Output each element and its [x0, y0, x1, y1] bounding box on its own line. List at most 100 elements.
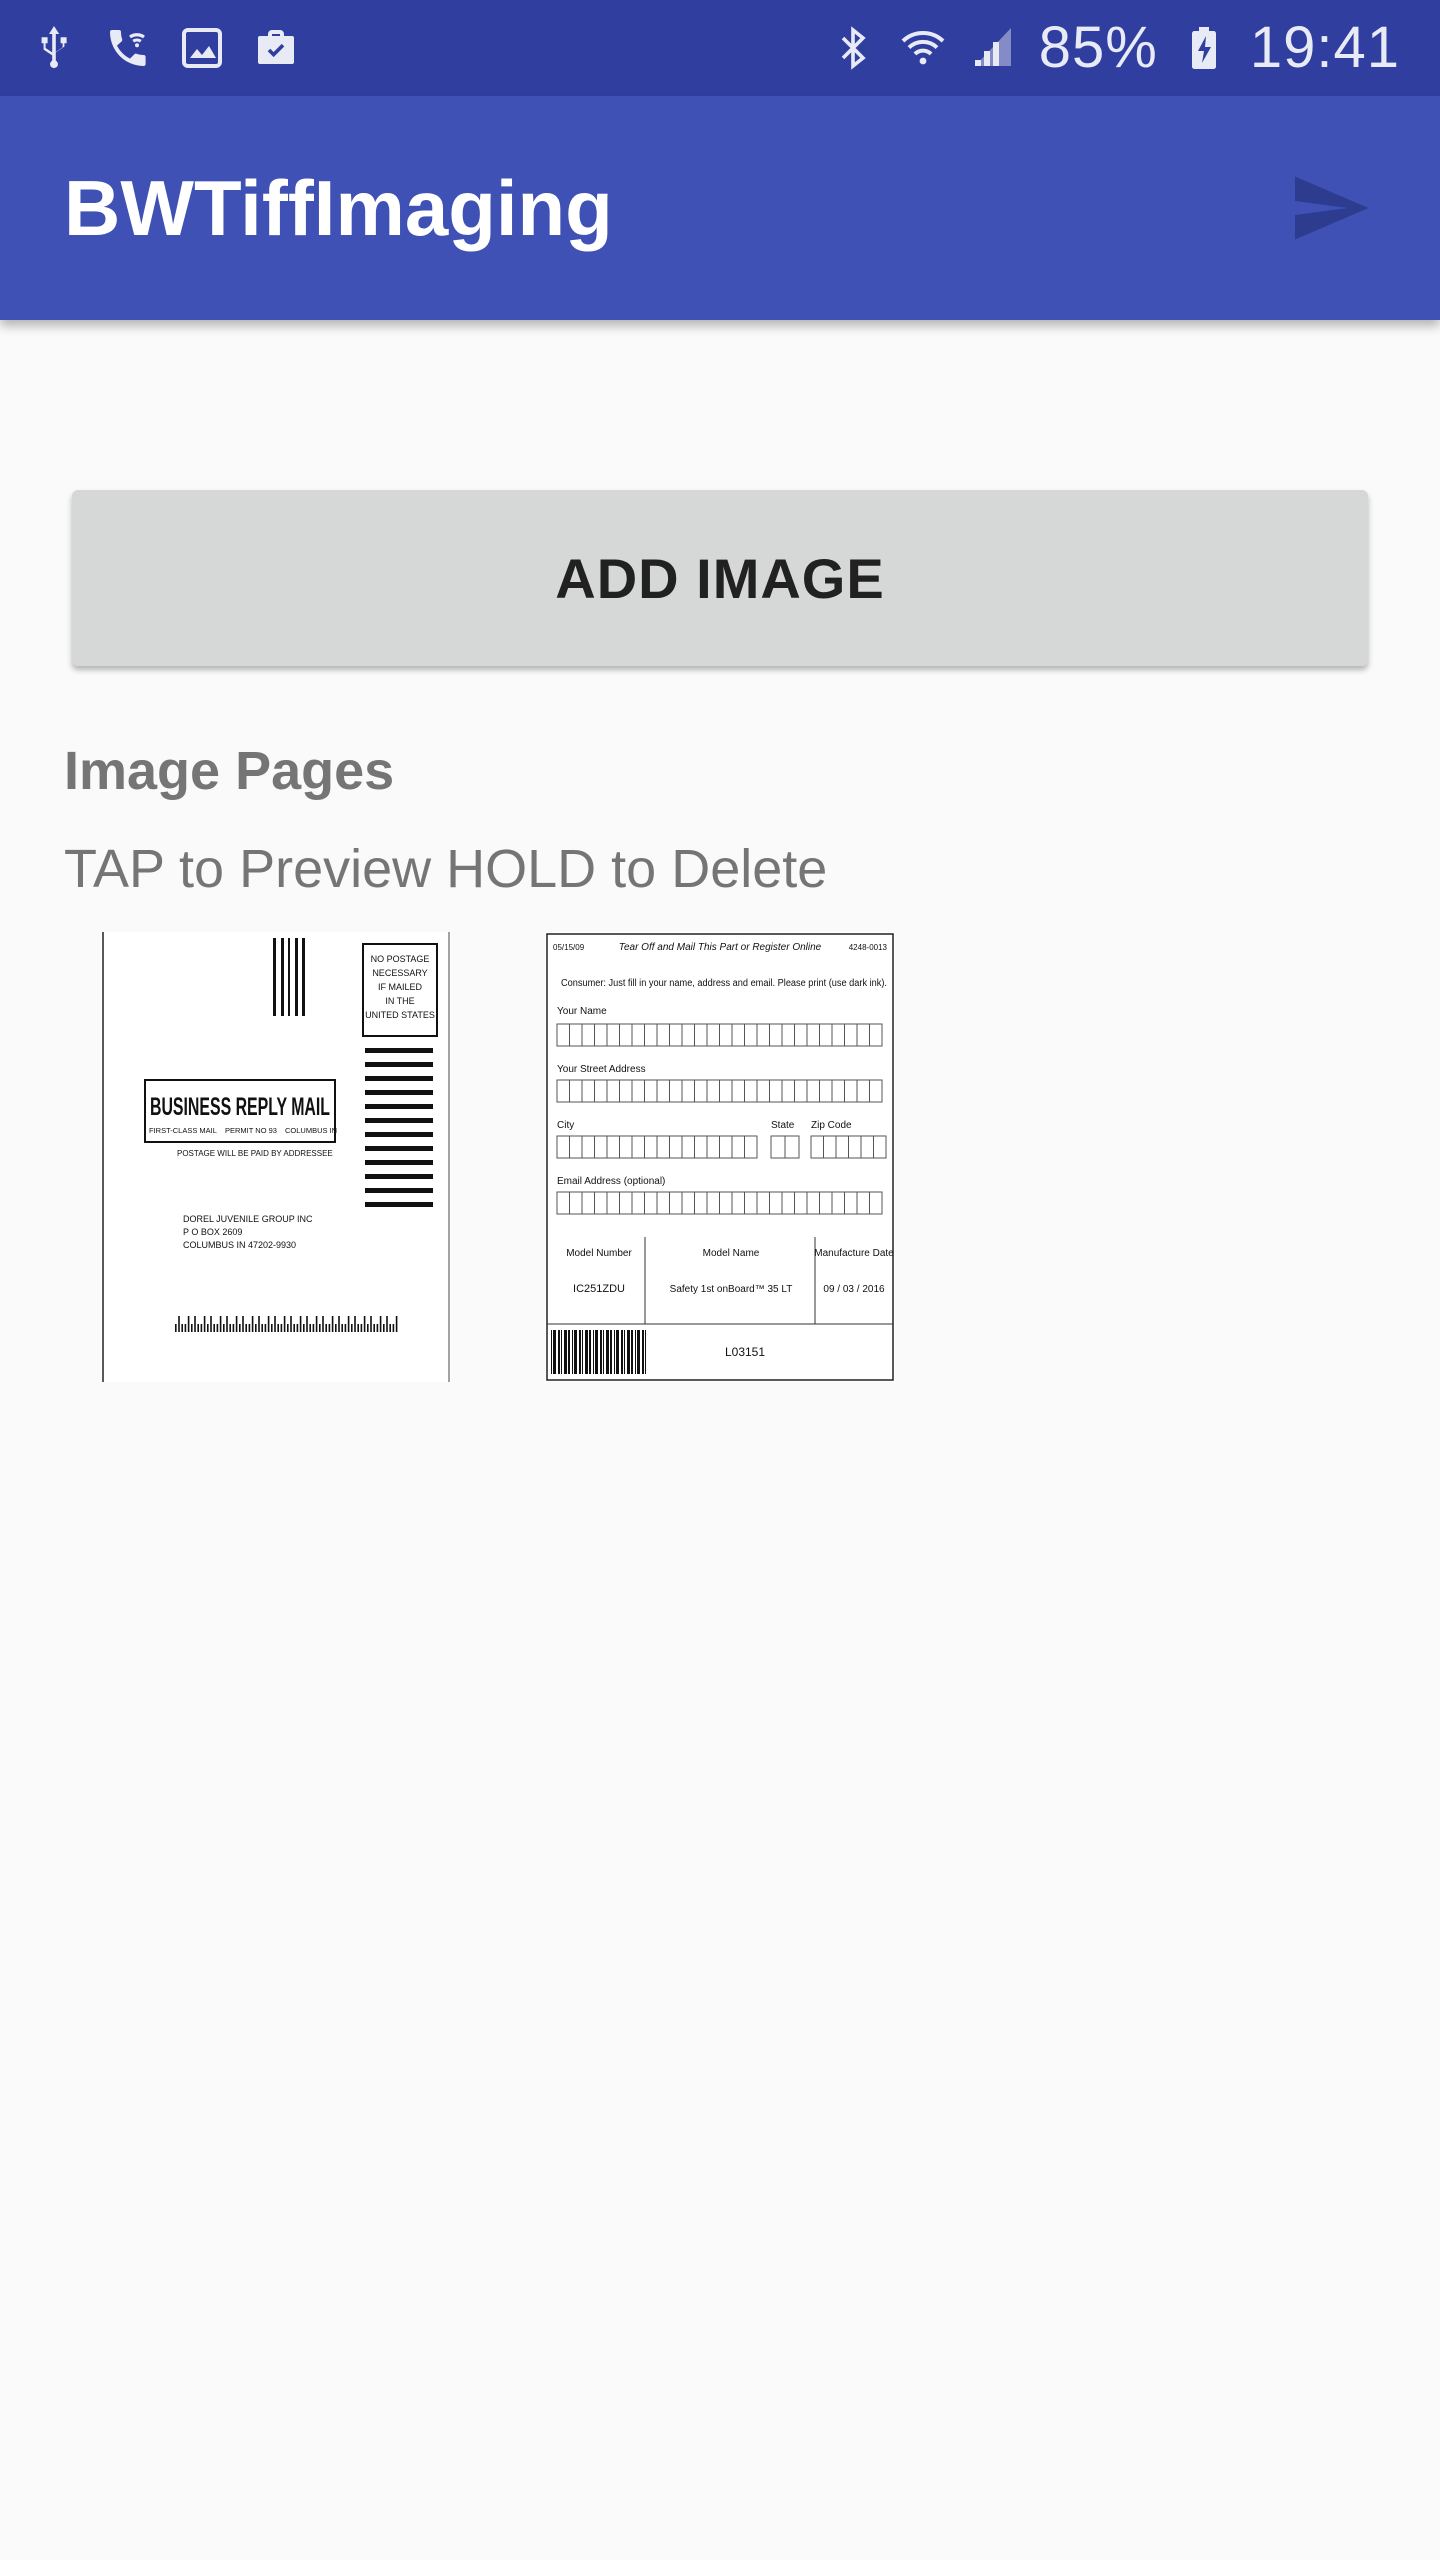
address-line-2: P O BOX 2609 [183, 1227, 242, 1237]
scan-detail [579, 1330, 581, 1374]
image-icon [178, 24, 226, 72]
scan-detail [200, 1324, 203, 1332]
image-page-thumbnail-1[interactable]: NO POSTAGE NECESSARY IF MAILED IN THE UN… [101, 932, 451, 1382]
scan-detail [561, 1330, 562, 1374]
scan-detail [341, 1324, 343, 1332]
scan-detail [564, 1330, 567, 1374]
scan-detail [600, 1330, 602, 1374]
scan-detail [379, 1316, 382, 1332]
scan-detail [203, 1316, 206, 1332]
scan-detail [347, 1316, 350, 1332]
scan-detail [175, 1324, 177, 1332]
scan-detail [373, 1324, 375, 1332]
scan-detail [627, 1330, 630, 1374]
scan-detail [360, 1324, 363, 1332]
form-header-title: Tear Off and Mail This Part or Register … [619, 942, 822, 953]
scan-detail [219, 1316, 222, 1332]
send-icon [1295, 176, 1369, 240]
scan-detail [181, 1324, 183, 1332]
scan-detail [645, 1330, 646, 1374]
scan-detail [296, 1324, 299, 1332]
scan-detail [328, 1324, 331, 1332]
add-image-button[interactable]: ADD IMAGE [72, 490, 1368, 666]
scan-detail [299, 1316, 302, 1332]
section-title: Image Pages [64, 741, 395, 801]
postage-line-4: IN THE [385, 996, 414, 1006]
field-state-label: State [771, 1120, 795, 1131]
scan-detail [309, 1324, 311, 1332]
scan-detail [325, 1324, 327, 1332]
field-city-label: City [557, 1120, 574, 1131]
business-reply-headline: BUSINESS REPLY MAIL [150, 1093, 330, 1121]
thumbnail-1-image: NO POSTAGE NECESSARY IF MAILED IN THE UN… [101, 932, 451, 1382]
scan-detail [331, 1316, 334, 1332]
scan-detail [614, 1330, 615, 1374]
postage-line-1: NO POSTAGE [371, 954, 430, 964]
app-bar: BWTiffImaging [0, 96, 1440, 320]
scan-detail [277, 1324, 279, 1332]
form-header-right: 4248-0013 [849, 943, 888, 952]
scan-detail [306, 1316, 308, 1332]
field-zip-label: Zip Code [811, 1120, 852, 1131]
scan-detail [553, 1330, 556, 1374]
scan-detail [191, 1324, 193, 1332]
scan-detail [261, 1324, 263, 1332]
scan-detail [370, 1316, 372, 1332]
scan-detail [303, 1324, 305, 1332]
scan-detail [363, 1316, 366, 1332]
col-model-name: Model Name [703, 1248, 760, 1259]
scan-detail [315, 1316, 318, 1332]
form-header-left: 05/15/09 [553, 943, 585, 952]
first-class-text: FIRST-CLASS MAIL [149, 1126, 217, 1135]
wifi-icon [899, 24, 947, 72]
scan-detail [551, 1330, 552, 1374]
clock: 19:41 [1249, 15, 1400, 80]
scan-detail [572, 1330, 573, 1374]
scan-detail [357, 1324, 359, 1332]
briefcase-icon [252, 24, 300, 72]
scan-detail [245, 1324, 247, 1332]
scan-detail [197, 1324, 199, 1332]
scan-detail [367, 1324, 369, 1332]
val-model-number: IC251ZDU [573, 1283, 625, 1295]
scan-detail [271, 1324, 273, 1332]
signal-icon [969, 24, 1017, 72]
usb-icon [30, 24, 78, 72]
scan-detail [606, 1330, 609, 1374]
scan-detail [235, 1316, 238, 1332]
postage-line-3: IF MAILED [378, 982, 423, 992]
thumbnail-2-image: 05/15/09 Tear Off and Mail This Part or … [545, 932, 895, 1382]
scan-detail [593, 1330, 594, 1374]
scan-detail [637, 1330, 640, 1374]
scan-detail [264, 1324, 267, 1332]
scan-detail [216, 1324, 219, 1332]
scan-detail [610, 1330, 612, 1374]
field-name-label: Your Name [557, 1006, 607, 1017]
field-street-label: Your Street Address [557, 1064, 646, 1075]
bluetooth-icon [829, 24, 877, 72]
scan-detail [621, 1330, 623, 1374]
scan-detail [207, 1324, 209, 1332]
battery-percent: 85% [1038, 15, 1158, 80]
scan-detail [290, 1316, 292, 1332]
scan-detail [603, 1330, 604, 1374]
scan-detail [354, 1316, 356, 1332]
scan-detail [319, 1324, 321, 1332]
scan-detail [210, 1316, 212, 1332]
scan-detail [568, 1330, 570, 1374]
address-line-1: DOREL JUVENILE GROUP INC [183, 1214, 313, 1224]
scan-detail [226, 1316, 228, 1332]
scan-detail [616, 1330, 619, 1374]
scan-detail [312, 1324, 315, 1332]
permit-text: PERMIT NO 93 [225, 1126, 277, 1135]
image-page-thumbnail-2[interactable]: 05/15/09 Tear Off and Mail This Part or … [545, 932, 895, 1382]
val-model-name: Safety 1st onBoard™ 35 LT [670, 1284, 793, 1295]
send-button[interactable] [1284, 162, 1376, 254]
scan-detail [187, 1316, 190, 1332]
app-title: BWTiffImaging [64, 164, 613, 252]
field-email-label: Email Address (optional) [557, 1176, 665, 1187]
scan-detail [383, 1324, 385, 1332]
scan-detail [194, 1316, 196, 1332]
scan-detail [255, 1324, 257, 1332]
scan-detail [386, 1316, 388, 1332]
